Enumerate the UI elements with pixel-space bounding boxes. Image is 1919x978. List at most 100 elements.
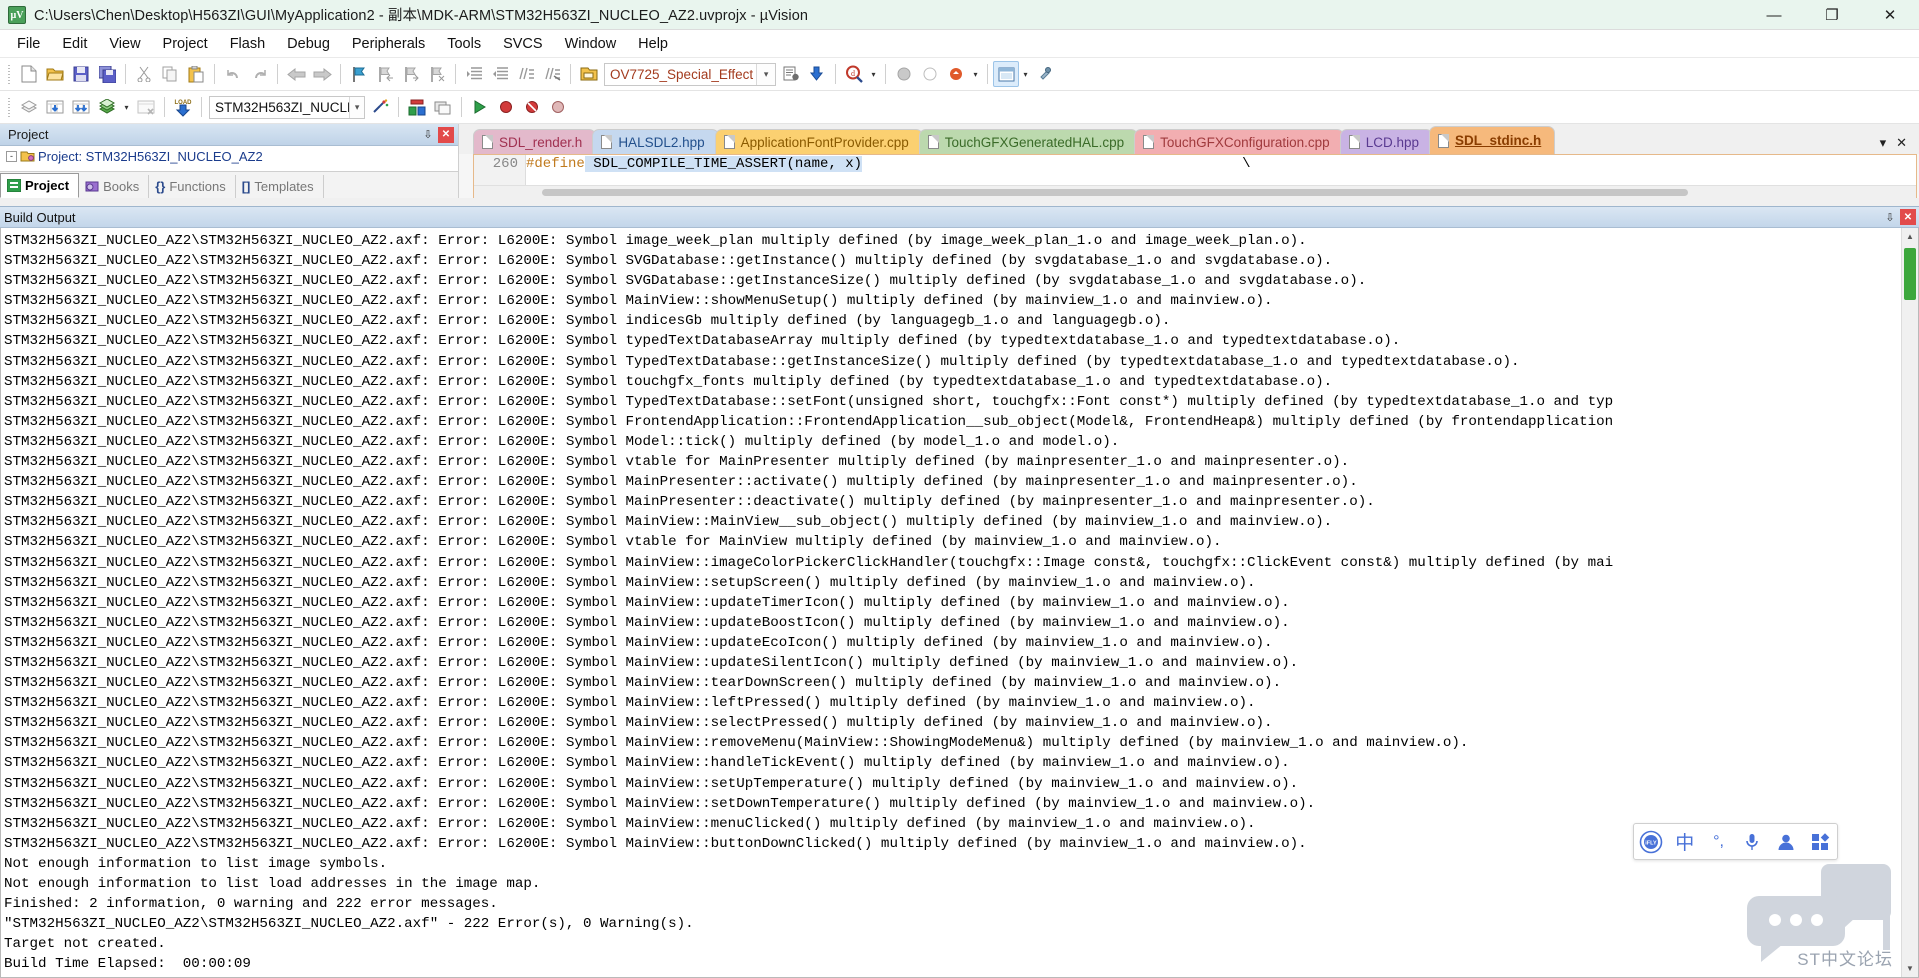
tree-row[interactable]: - Project: STM32H563ZI_NUCLEO_AZ2 [6, 148, 458, 165]
build-error-line[interactable]: STM32H563ZI_NUCLEO_AZ2\STM32H563ZI_NUCLE… [4, 814, 1901, 834]
back-icon[interactable] [283, 61, 309, 87]
editor-horizontal-scrollbar[interactable] [474, 185, 1916, 198]
window-layout-icon[interactable] [993, 61, 1019, 87]
tree-expander[interactable]: - [6, 151, 17, 162]
bookmark-prev-icon[interactable] [372, 61, 398, 87]
build-error-line[interactable]: STM32H563ZI_NUCLEO_AZ2\STM32H563ZI_NUCLE… [4, 553, 1901, 573]
caret-down-icon[interactable]: ▼ [1902, 960, 1918, 977]
build-output-scrollbar[interactable]: ▲ ▼ [1901, 228, 1918, 977]
build-error-line[interactable]: STM32H563ZI_NUCLEO_AZ2\STM32H563ZI_NUCLE… [4, 733, 1901, 753]
build-output-text[interactable]: STM32H563ZI_NUCLEO_AZ2\STM32H563ZI_NUCLE… [1, 228, 1901, 977]
pin-icon[interactable]: ⇩ [1882, 209, 1898, 225]
refresh-dropdown-caret-icon[interactable]: ▾ [969, 61, 982, 87]
menu-file[interactable]: File [6, 32, 51, 56]
tab-project[interactable]: Project [0, 173, 80, 198]
doc-tab-touchgfxconfiguration-cpp[interactable]: TouchGFXConfiguration.cpp [1134, 129, 1344, 154]
pin-icon[interactable]: ⇩ [420, 127, 436, 143]
menu-debug[interactable]: Debug [276, 32, 341, 56]
kill-bp-icon[interactable] [519, 94, 545, 120]
save-icon[interactable] [68, 61, 94, 87]
toolbar-grip[interactable] [5, 63, 13, 85]
build-error-line[interactable]: STM32H563ZI_NUCLEO_AZ2\STM32H563ZI_NUCLE… [4, 251, 1901, 271]
punctuation-icon[interactable]: °, [1706, 829, 1732, 855]
doc-tab-halsdl2-hpp[interactable]: HALSDL2.hpp [592, 129, 719, 154]
insert-icon[interactable] [804, 61, 830, 87]
target-options-icon[interactable] [367, 94, 393, 120]
manage-components-icon[interactable] [778, 61, 804, 87]
tab-books[interactable]: Books [79, 175, 150, 198]
build-error-line[interactable]: STM32H563ZI_NUCLEO_AZ2\STM32H563ZI_NUCLE… [4, 794, 1901, 814]
menu-window[interactable]: Window [554, 32, 628, 56]
build-summary-line[interactable]: "STM32H563ZI_NUCLEO_AZ2\STM32H563ZI_NUCL… [4, 914, 1901, 934]
bookmark-clear-icon[interactable] [424, 61, 450, 87]
find-dropdown-caret-icon[interactable]: ▾ [867, 61, 880, 87]
build-error-line[interactable]: STM32H563ZI_NUCLEO_AZ2\STM32H563ZI_NUCLE… [4, 412, 1901, 432]
build-summary-line[interactable]: Finished: 2 information, 0 warning and 2… [4, 894, 1901, 914]
build-error-line[interactable]: STM32H563ZI_NUCLEO_AZ2\STM32H563ZI_NUCLE… [4, 392, 1901, 412]
scrollbar-thumb[interactable] [542, 189, 1688, 196]
forward-icon[interactable] [309, 61, 335, 87]
chevron-down-icon[interactable]: ▾ [349, 96, 364, 118]
chevron-down-icon[interactable]: ▾ [1880, 135, 1887, 151]
build-error-line[interactable]: STM32H563ZI_NUCLEO_AZ2\STM32H563ZI_NUCLE… [4, 673, 1901, 693]
build-icon[interactable] [42, 94, 68, 120]
ifly-logo-icon[interactable]: iFLY [1638, 829, 1664, 855]
build-summary-line[interactable]: Build Time Elapsed: 00:00:09 [4, 954, 1901, 974]
build-error-line[interactable]: STM32H563ZI_NUCLEO_AZ2\STM32H563ZI_NUCLE… [4, 512, 1901, 532]
undo-icon[interactable] [220, 61, 246, 87]
project-tree[interactable]: - Project: STM32H563ZI_NUCLEO_AZ2 [0, 146, 458, 171]
build-error-line[interactable]: STM32H563ZI_NUCLEO_AZ2\STM32H563ZI_NUCLE… [4, 774, 1901, 794]
app-grid-icon[interactable] [1807, 829, 1833, 855]
cut-icon[interactable] [131, 61, 157, 87]
build-error-line[interactable]: STM32H563ZI_NUCLEO_AZ2\STM32H563ZI_NUCLE… [4, 372, 1901, 392]
microphone-icon[interactable] [1739, 829, 1765, 855]
build-error-line[interactable]: STM32H563ZI_NUCLEO_AZ2\STM32H563ZI_NUCLE… [4, 231, 1901, 251]
redo-icon[interactable] [246, 61, 272, 87]
chevron-down-icon[interactable]: ▾ [756, 63, 775, 85]
doc-tab-sdl-stdinc-h[interactable]: SDL_stdinc.h [1428, 126, 1556, 154]
build-summary-line[interactable]: Not enough information to list image sym… [4, 854, 1901, 874]
build-error-line[interactable]: STM32H563ZI_NUCLEO_AZ2\STM32H563ZI_NUCLE… [4, 432, 1901, 452]
minimize-button[interactable]: — [1745, 0, 1803, 30]
close-button[interactable]: ✕ [1861, 0, 1919, 30]
build-error-line[interactable]: STM32H563ZI_NUCLEO_AZ2\STM32H563ZI_NUCLE… [4, 753, 1901, 773]
browse-icon[interactable] [576, 61, 602, 87]
manage-project-icon[interactable] [404, 94, 430, 120]
menu-project[interactable]: Project [152, 32, 219, 56]
menu-peripherals[interactable]: Peripherals [341, 32, 436, 56]
close-icon[interactable]: ✕ [1896, 135, 1907, 151]
translate-icon[interactable] [16, 94, 42, 120]
build-error-line[interactable]: STM32H563ZI_NUCLEO_AZ2\STM32H563ZI_NUCLE… [4, 593, 1901, 613]
build-error-line[interactable]: STM32H563ZI_NUCLEO_AZ2\STM32H563ZI_NUCLE… [4, 693, 1901, 713]
build-error-line[interactable]: STM32H563ZI_NUCLEO_AZ2\STM32H563ZI_NUCLE… [4, 271, 1901, 291]
new-file-icon[interactable] [16, 61, 42, 87]
build-summary-line[interactable]: Target not created. [4, 934, 1901, 954]
rebuild-icon[interactable] [68, 94, 94, 120]
build-error-line[interactable]: STM32H563ZI_NUCLEO_AZ2\STM32H563ZI_NUCLE… [4, 291, 1901, 311]
menu-edit[interactable]: Edit [51, 32, 98, 56]
menu-svcs[interactable]: SVCS [492, 32, 554, 56]
outdent-icon[interactable] [487, 61, 513, 87]
menu-tools[interactable]: Tools [436, 32, 492, 56]
ime-toolbar[interactable]: iFLY 中 °, [1633, 823, 1838, 860]
build-error-line[interactable]: STM32H563ZI_NUCLEO_AZ2\STM32H563ZI_NUCLE… [4, 713, 1901, 733]
batch-build-caret-icon[interactable]: ▾ [120, 94, 133, 120]
doc-tab-lcd-hpp[interactable]: LCD.hpp [1339, 129, 1433, 154]
stop-build-icon[interactable] [891, 61, 917, 87]
build-error-line[interactable]: STM32H563ZI_NUCLEO_AZ2\STM32H563ZI_NUCLE… [4, 573, 1901, 593]
build-error-line[interactable]: STM32H563ZI_NUCLEO_AZ2\STM32H563ZI_NUCLE… [4, 472, 1901, 492]
build-error-line[interactable]: STM32H563ZI_NUCLEO_AZ2\STM32H563ZI_NUCLE… [4, 532, 1901, 552]
tab-templates[interactable]: [] Templates [236, 175, 324, 198]
doc-tab-applicationfontprovider-cpp[interactable]: ApplicationFontProvider.cpp [714, 129, 923, 154]
configure-icon[interactable] [1032, 61, 1058, 87]
reset-icon[interactable] [917, 61, 943, 87]
close-icon[interactable]: ✕ [438, 126, 454, 143]
toolbar-grip[interactable] [5, 96, 13, 118]
multi-project-icon[interactable] [430, 94, 456, 120]
build-error-line[interactable]: STM32H563ZI_NUCLEO_AZ2\STM32H563ZI_NUCLE… [4, 492, 1901, 512]
build-error-line[interactable]: STM32H563ZI_NUCLEO_AZ2\STM32H563ZI_NUCLE… [4, 311, 1901, 331]
paste-icon[interactable] [183, 61, 209, 87]
build-error-line[interactable]: STM32H563ZI_NUCLEO_AZ2\STM32H563ZI_NUCLE… [4, 653, 1901, 673]
download-icon[interactable]: LOAD [170, 94, 196, 120]
scrollbar-thumb[interactable] [1904, 248, 1916, 300]
